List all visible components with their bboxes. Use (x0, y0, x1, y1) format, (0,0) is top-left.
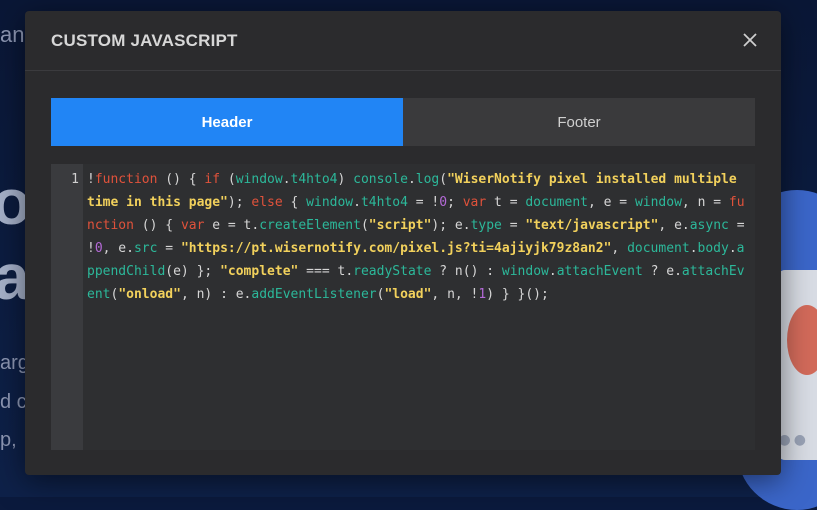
tab-footer[interactable]: Footer (403, 98, 755, 146)
code-editor[interactable]: 1 !function () { if (window.t4hto4) cons… (51, 164, 755, 450)
custom-javascript-modal: CUSTOM JAVASCRIPT Header Footer 1 !funct… (25, 11, 781, 475)
line-number: 1 (71, 172, 79, 187)
tab-bar: Header Footer (51, 98, 755, 146)
background-text-fragment: p, (0, 429, 17, 451)
close-icon (743, 33, 757, 47)
close-button[interactable] (739, 29, 761, 51)
modal-title: CUSTOM JAVASCRIPT (51, 31, 238, 50)
code-content[interactable]: !function () { if (window.t4hto4) consol… (83, 164, 755, 450)
line-number-gutter: 1 (51, 164, 83, 450)
background-text-fragment: d c (0, 391, 27, 413)
modal-header: CUSTOM JAVASCRIPT (25, 11, 781, 71)
background-text-fragment: an (0, 22, 25, 47)
tab-header[interactable]: Header (51, 98, 403, 146)
